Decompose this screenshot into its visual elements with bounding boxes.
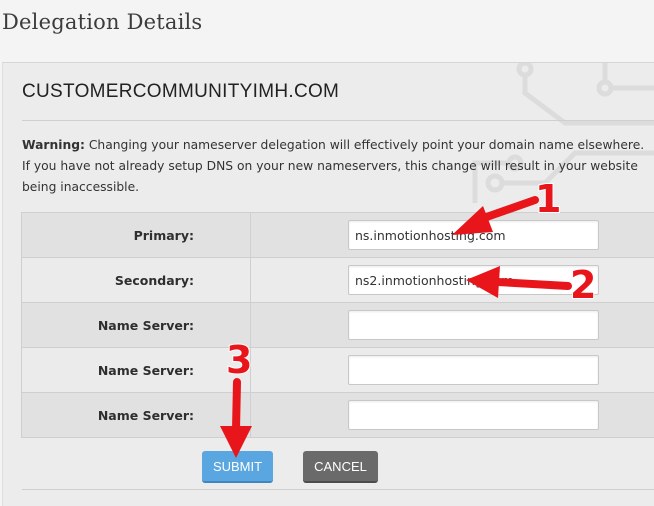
page-title: Delegation Details — [2, 10, 202, 34]
warning-text: Changing your nameserver delegation will… — [22, 138, 644, 194]
nameserver-5-input[interactable] — [348, 400, 599, 430]
nameserver-3-input[interactable] — [348, 310, 599, 340]
nameserver-label: Secondary: — [22, 258, 251, 303]
domain-title: CUSTOMERCOMMUNITYIMH.COM — [22, 81, 339, 103]
warning-message: Warning: Changing your nameserver delega… — [22, 135, 650, 198]
footer-divider — [22, 489, 654, 490]
nameserver-4-input[interactable] — [348, 355, 599, 385]
nameserver-table: Primary: Secondary: Name Server: Name Se… — [21, 212, 654, 438]
nameserver-label: Name Server: — [22, 303, 251, 348]
nameserver-row-3: Name Server: — [22, 303, 654, 348]
nameserver-label: Name Server: — [22, 393, 251, 438]
nameserver-row-secondary: Secondary: — [22, 258, 654, 303]
delegation-panel: CUSTOMERCOMMUNITYIMH.COM Warning: Changi… — [2, 62, 654, 506]
nameserver-label: Name Server: — [22, 348, 251, 393]
warning-label: Warning: — [22, 138, 85, 152]
primary-nameserver-input[interactable] — [348, 220, 599, 250]
nameserver-label: Primary: — [22, 213, 251, 258]
secondary-nameserver-input[interactable] — [348, 265, 599, 295]
nameserver-row-4: Name Server: — [22, 348, 654, 393]
nameserver-row-primary: Primary: — [22, 213, 654, 258]
nameserver-row-5: Name Server: — [22, 393, 654, 438]
submit-button[interactable]: SUBMIT — [202, 451, 273, 483]
header-divider — [22, 120, 654, 121]
cancel-button[interactable]: CANCEL — [303, 451, 378, 483]
